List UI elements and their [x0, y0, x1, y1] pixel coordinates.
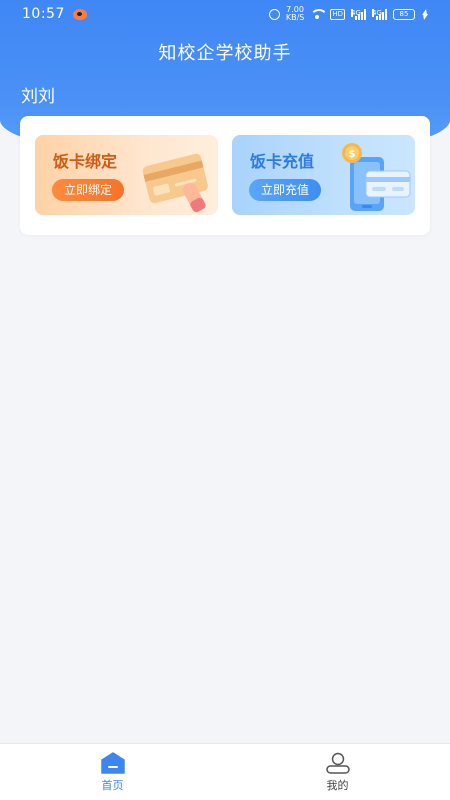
svg-text:$: $: [349, 149, 356, 160]
battery-level: 85: [399, 10, 409, 18]
recharge-now-button[interactable]: 立即充值: [249, 179, 322, 201]
weibo-notification-icon: [72, 8, 87, 20]
card-bind-title: 饭卡绑定: [53, 152, 118, 171]
network-speed: 7.00 KB/S: [286, 6, 305, 22]
status-bar: 10:57 7.00 KB/S HD 4G 4G 85: [0, 0, 450, 28]
battery-icon: 85: [393, 8, 415, 20]
page-title: 知校企学校助手: [158, 43, 292, 64]
tab-mine-label: 我的: [326, 779, 349, 792]
tab-home[interactable]: 首页: [0, 744, 225, 800]
card-bind-illustration: [142, 153, 208, 213]
signal-1-label: 4G: [351, 8, 361, 17]
signal-2-icon: 4G: [372, 8, 387, 20]
tab-mine[interactable]: 我的: [225, 744, 450, 800]
home-icon: [100, 752, 125, 774]
card-bind-tile[interactable]: 饭卡绑定 立即绑定: [35, 135, 218, 215]
alarm-icon: [268, 8, 280, 20]
network-speed-unit: KB/S: [285, 13, 305, 22]
signal-1-icon: 4G: [351, 8, 366, 20]
tab-home-label: 首页: [101, 779, 124, 792]
hd-badge: HD: [330, 8, 345, 20]
wifi-icon: [310, 9, 329, 19]
signal-2-label: 4G: [372, 8, 382, 17]
tab-bar: 首页 我的: [0, 743, 450, 800]
user-name: 刘刘: [21, 87, 55, 107]
card-recharge-illustration: $: [342, 143, 411, 211]
status-time: 10:57: [22, 6, 65, 22]
card-recharge-tile[interactable]: 饭卡充值 立即充值 $: [232, 135, 415, 215]
card-recharge-title: 饭卡充值: [250, 152, 315, 171]
user-icon: [325, 752, 350, 774]
card-panel: 饭卡绑定 立即绑定 饭卡充值 立即充值 $: [20, 116, 430, 235]
bind-now-button[interactable]: 立即绑定: [52, 179, 125, 201]
charging-icon: [421, 8, 428, 20]
